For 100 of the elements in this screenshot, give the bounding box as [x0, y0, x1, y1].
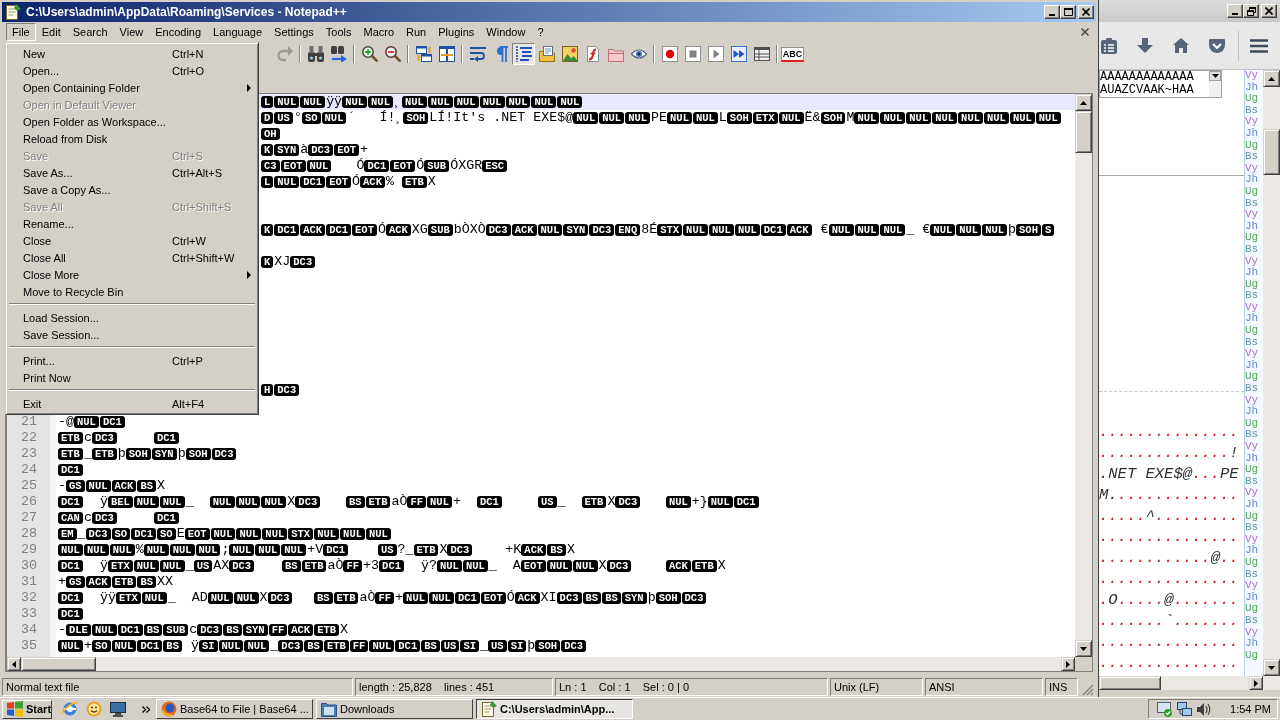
indent-guide-button[interactable]	[512, 43, 535, 65]
menu-item[interactable]: Open Folder as Workspace...	[8, 113, 256, 130]
vertical-scrollbar[interactable]	[1263, 70, 1280, 676]
menu-bar-item[interactable]: Search	[66, 23, 114, 41]
triangle-right-icon	[1066, 660, 1070, 668]
menu-item[interactable]: Print... Ctrl+P	[8, 352, 256, 369]
document-length-status: length : 25,828 lines : 451	[355, 678, 553, 696]
close-button[interactable]	[1261, 4, 1277, 18]
menu-item[interactable]: Open... Ctrl+O	[8, 62, 256, 79]
menu-item[interactable]: Save As... Ctrl+Alt+S	[8, 164, 256, 181]
code-line: L NUL DC1 EOT Ó ACK % ETB X	[261, 174, 436, 190]
menu-bar-item[interactable]: Macro	[357, 23, 401, 41]
menu-item[interactable]: Open Containing Folder	[8, 79, 256, 96]
smiley-icon[interactable]	[86, 701, 102, 717]
menu-item[interactable]: Close Ctrl+W	[8, 232, 256, 249]
maximize-button[interactable]	[1060, 5, 1076, 19]
scroll-down-button[interactable]	[1075, 640, 1092, 657]
scroll-thumb[interactable]	[21, 657, 96, 671]
menu-item[interactable]: Close All Ctrl+Shift+W	[8, 249, 256, 266]
encoded-text: Bs	[1245, 383, 1260, 395]
maximize-icon	[1063, 8, 1073, 16]
scroll-right-button[interactable]	[1249, 676, 1263, 690]
encoded-text: Bs	[1245, 429, 1260, 441]
encoded-text: Jh	[1245, 452, 1260, 465]
encoded-text: Bs	[1245, 104, 1260, 117]
network-icon[interactable]	[1177, 701, 1192, 717]
line-number: 25	[21, 478, 37, 493]
menu-bar-item[interactable]: View	[113, 23, 150, 41]
record-icon	[661, 46, 678, 62]
scroll-thumb[interactable]	[1099, 676, 1161, 690]
menu-item[interactable]: Exit Alt+F4	[8, 395, 256, 412]
menu-item[interactable]: Load Session...	[8, 309, 256, 326]
fast-forward-icon	[730, 46, 747, 62]
code-line: K SYN à DC3 EOT +	[261, 142, 369, 158]
encoded-text: Vy	[1245, 441, 1260, 453]
menu-item[interactable]: New Ctrl+N	[8, 45, 256, 62]
encoded-text: Vy	[1245, 301, 1260, 314]
encoded-text: Vy	[1245, 348, 1260, 360]
menu-bar-item[interactable]: Tools	[319, 23, 358, 41]
line-number: 21	[21, 414, 37, 429]
scroll-right-button[interactable]	[1061, 657, 1075, 671]
menu-bar-item[interactable]: File	[6, 23, 36, 41]
menu-bar-item[interactable]: Run	[400, 23, 433, 41]
home-icon[interactable]	[1173, 38, 1189, 53]
scroll-thumb[interactable]	[1263, 129, 1280, 175]
close-icon[interactable]	[1081, 28, 1089, 36]
menu-bar-item[interactable]: Encoding	[149, 23, 208, 41]
download-icon[interactable]	[1137, 38, 1153, 53]
monitor-check-icon[interactable]	[1157, 701, 1172, 717]
encoding-status: ANSI	[925, 678, 1043, 696]
vertical-scrollbar[interactable]	[1075, 94, 1092, 657]
menu-item[interactable]: Rename...	[8, 215, 256, 232]
restore-button[interactable]	[1243, 4, 1259, 18]
triangle-down-icon	[1268, 665, 1275, 670]
code-line: -@ NUL DC1	[58, 414, 126, 430]
scroll-up-button[interactable]	[1263, 70, 1280, 87]
scroll-down-button[interactable]	[1263, 659, 1280, 676]
menu-item[interactable]: Reload from Disk	[8, 130, 256, 147]
scroll-up-button[interactable]	[1075, 94, 1092, 111]
byte-dump-row: ............@..	[1099, 548, 1239, 569]
triangle-left-icon	[12, 660, 16, 668]
scroll-thumb[interactable]	[1075, 111, 1092, 153]
menu-bar-item[interactable]: Language	[207, 23, 269, 41]
minimize-button[interactable]	[1227, 4, 1243, 18]
text-area[interactable]: AAAAAAAAAAAAA AUAZCVAAK~HAA	[1099, 70, 1222, 98]
minimize-button[interactable]	[1044, 5, 1060, 19]
taskbar-button[interactable]: Downloads	[316, 699, 473, 719]
encoded-text: Ug	[1245, 371, 1260, 384]
horizontal-scrollbar[interactable]	[7, 657, 1075, 671]
desktop-icon[interactable]	[110, 701, 126, 717]
taskbar-button[interactable]: C:\Users\admin\App...	[476, 699, 633, 719]
menu-icon[interactable]	[1250, 38, 1268, 53]
scroll-left-button[interactable]	[7, 657, 21, 671]
menu-bar-item[interactable]: Window	[480, 23, 532, 41]
encoded-text: Bs	[1245, 522, 1260, 534]
menu-bar-item[interactable]: Settings	[268, 23, 320, 41]
speaker-icon[interactable]	[1197, 701, 1211, 717]
close-button[interactable]	[1078, 5, 1094, 19]
encoded-text: Ug	[1245, 649, 1260, 662]
globe-orbit-icon[interactable]	[62, 701, 78, 717]
clipboard-icon[interactable]	[1101, 37, 1117, 54]
double-chevron-icon[interactable]	[142, 705, 150, 713]
menu-item[interactable]: Save a Copy As...	[8, 181, 256, 198]
start-button[interactable]: Start	[2, 699, 52, 719]
menu-item[interactable]: Print Now	[8, 369, 256, 386]
taskbar-button[interactable]: Base64 to File | Base64 ...	[156, 699, 313, 719]
encoded-text: Ug	[1245, 603, 1260, 615]
picture-icon	[561, 46, 578, 62]
menu-item[interactable]: Move to Recycle Bin	[8, 283, 256, 300]
menu-bar-item[interactable]: ?	[531, 23, 550, 41]
horizontal-scrollbar[interactable]	[1099, 676, 1280, 690]
dropdown-button[interactable]	[1209, 71, 1221, 81]
byte-dump-row: .......`.......	[1099, 611, 1239, 632]
menu-item[interactable]: Close More	[8, 266, 256, 283]
menu-bar-item[interactable]: Plugins	[432, 23, 481, 41]
text-line: AAAAAAAAAAAAA	[1100, 71, 1194, 84]
shield-icon[interactable]	[1209, 38, 1225, 53]
menu-bar-item[interactable]: Edit	[35, 23, 67, 41]
folder-icon	[607, 46, 624, 62]
menu-item[interactable]: Save Session...	[8, 326, 256, 343]
